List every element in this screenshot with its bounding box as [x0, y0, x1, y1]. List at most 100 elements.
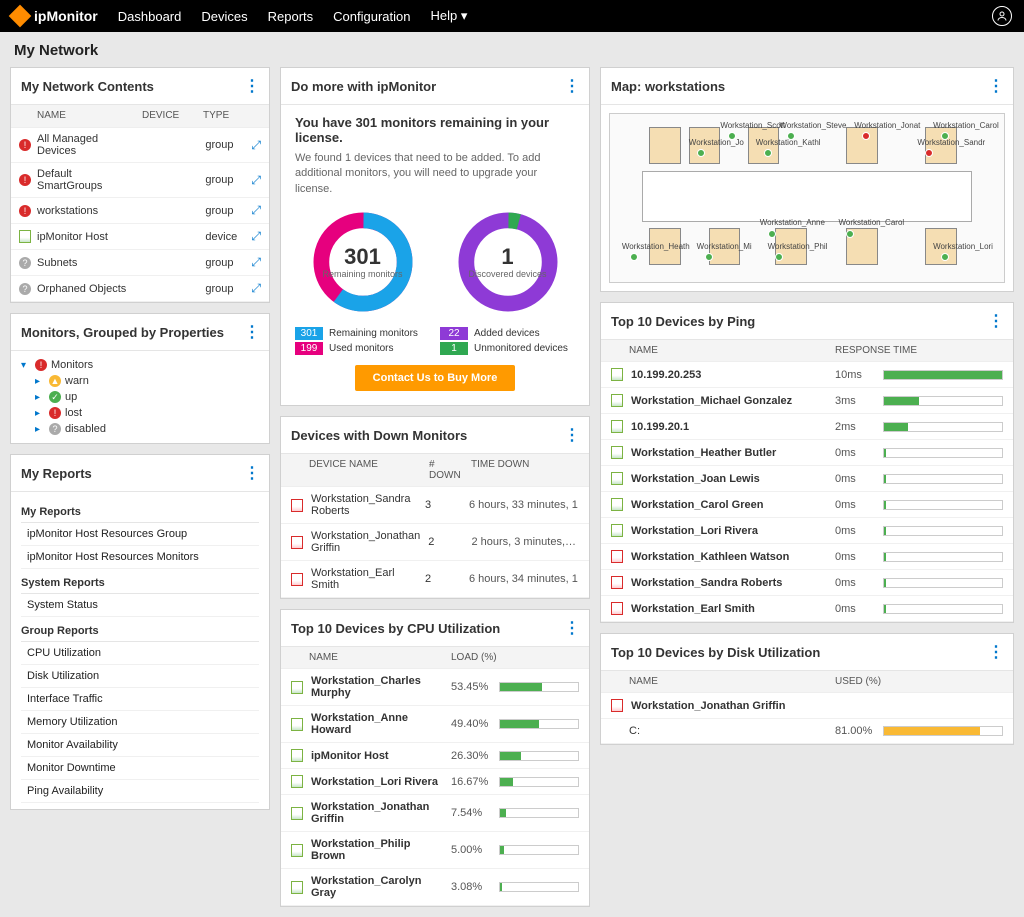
floor-plan-map[interactable]: Workstation_Scott Workstation_Steve Work… — [609, 113, 1005, 283]
brand[interactable]: ipMonitor — [12, 8, 98, 24]
card-my-reports: My Reports ⋮ My ReportsipMonitor Host Re… — [10, 454, 270, 810]
report-link[interactable]: Memory Utilization — [21, 711, 259, 734]
cpu-row[interactable]: Workstation_Charles Murphy 53.45% — [281, 669, 589, 706]
network-row[interactable]: ipMonitor Host device ⤢ — [11, 224, 269, 250]
ping-row[interactable]: Workstation_Earl Smith 0ms — [601, 596, 1013, 622]
nav-devices[interactable]: Devices — [201, 9, 247, 24]
ping-row[interactable]: Workstation_Joan Lewis 0ms — [601, 466, 1013, 492]
report-link[interactable]: Disk Utilization — [21, 665, 259, 688]
tree-node[interactable]: ▸ ? disabled — [35, 421, 259, 437]
report-link[interactable]: Ping Availability — [21, 780, 259, 803]
ping-row[interactable]: Workstation_Heather Butler 0ms — [601, 440, 1013, 466]
network-row[interactable]: ! workstations group ⤢ — [11, 198, 269, 224]
cpu-row[interactable]: Workstation_Carolyn Gray 3.08% — [281, 869, 589, 906]
device-icon — [291, 499, 303, 512]
ping-ms: 0ms — [835, 577, 875, 589]
cpu-row[interactable]: Workstation_Anne Howard 49.40% — [281, 706, 589, 743]
card-menu-icon[interactable]: ⋮ — [564, 425, 579, 445]
ping-ms: 3ms — [835, 395, 875, 407]
ping-row[interactable]: Workstation_Kathleen Watson 0ms — [601, 544, 1013, 570]
report-link[interactable]: Interface Traffic — [21, 688, 259, 711]
nav-reports[interactable]: Reports — [268, 9, 314, 24]
nav-dashboard[interactable]: Dashboard — [118, 9, 182, 24]
nav-help[interactable]: Help ▾ — [430, 8, 467, 24]
network-row[interactable]: ? Subnets group ⤢ — [11, 250, 269, 276]
network-row[interactable]: ! All Managed Devices group ⤢ — [11, 128, 269, 163]
down-device-row[interactable]: Workstation_Sandra Roberts 3 6 hours, 33… — [281, 487, 589, 524]
report-link[interactable]: ipMonitor Host Resources Monitors — [21, 546, 259, 569]
network-row[interactable]: ! Default SmartGroups group ⤢ — [11, 163, 269, 198]
caret-right-icon[interactable]: ▸ — [35, 376, 45, 387]
expand-icon[interactable]: ⤢ — [251, 173, 261, 188]
report-link[interactable]: ipMonitor Host Resources Group — [21, 523, 259, 546]
report-link[interactable]: Monitor Availability — [21, 734, 259, 757]
expand-icon[interactable]: ⤢ — [251, 229, 261, 244]
card-menu-icon[interactable]: ⋮ — [244, 322, 259, 342]
ping-ms: 0ms — [835, 499, 875, 511]
workstation-label: Workstation_Sandr — [917, 138, 985, 147]
ping-row[interactable]: Workstation_Lori Rivera 0ms — [601, 518, 1013, 544]
workstation-status-icon[interactable] — [764, 149, 772, 157]
ping-row[interactable]: 10.199.20.253 10ms — [601, 362, 1013, 388]
cpu-row[interactable]: Workstation_Jonathan Griffin 7.54% — [281, 795, 589, 832]
time-down: 6 hours, 34 minutes, 1 — [469, 573, 579, 585]
report-link[interactable]: CPU Utilization — [21, 642, 259, 665]
tree-root[interactable]: ▾ ! Monitors — [21, 357, 259, 373]
expand-icon[interactable]: ⤢ — [251, 203, 261, 218]
report-link[interactable]: Monitor Downtime — [21, 757, 259, 780]
disk-drive: C: — [629, 725, 827, 737]
caret-right-icon[interactable]: ▸ — [35, 392, 45, 403]
down-device-row[interactable]: Workstation_Earl Smith 2 6 hours, 34 min… — [281, 561, 589, 598]
ping-row[interactable]: 10.199.20.1 2ms — [601, 414, 1013, 440]
device-icon — [611, 394, 623, 407]
card-menu-icon[interactable]: ⋮ — [988, 76, 1003, 96]
card-menu-icon[interactable]: ⋮ — [564, 618, 579, 638]
card-menu-icon[interactable]: ⋮ — [244, 463, 259, 483]
top-nav: ipMonitor Dashboard Devices Reports Conf… — [0, 0, 1024, 32]
tree-node[interactable]: ▸ ! lost — [35, 405, 259, 421]
device-icon — [291, 749, 303, 762]
tree-node[interactable]: ▸ ▲ warn — [35, 373, 259, 389]
nav-configuration[interactable]: Configuration — [333, 9, 410, 24]
device-icon — [291, 881, 303, 894]
cpu-row[interactable]: Workstation_Philip Brown 5.00% — [281, 832, 589, 869]
expand-icon[interactable]: ⤢ — [251, 281, 261, 296]
disk-device-row[interactable]: Workstation_Jonathan Griffin — [601, 693, 1013, 719]
workstation-status-icon[interactable] — [630, 253, 638, 261]
card-menu-icon[interactable]: ⋮ — [988, 642, 1003, 662]
workstation-status-icon[interactable] — [768, 230, 776, 238]
ping-row[interactable]: Workstation_Carol Green 0ms — [601, 492, 1013, 518]
caret-down-icon[interactable]: ▾ — [21, 360, 31, 371]
device-icon — [291, 536, 303, 549]
card-menu-icon[interactable]: ⋮ — [988, 311, 1003, 331]
card-menu-icon[interactable]: ⋮ — [564, 76, 579, 96]
disk-drive-row[interactable]: C: 81.00% — [601, 719, 1013, 744]
ping-row[interactable]: Workstation_Michael Gonzalez 3ms — [601, 388, 1013, 414]
caret-right-icon[interactable]: ▸ — [35, 424, 45, 435]
workstation-status-icon[interactable] — [697, 149, 705, 157]
caret-right-icon[interactable]: ▸ — [35, 408, 45, 419]
down-device-row[interactable]: Workstation_Jonathan Griffin 2 2 hours, … — [281, 524, 589, 561]
workstation-status-icon[interactable] — [705, 253, 713, 261]
ping-row[interactable]: Workstation_Sandra Roberts 0ms — [601, 570, 1013, 596]
card-title: Top 10 Devices by Disk Utilization — [611, 645, 820, 660]
col-name: NAME — [37, 110, 136, 122]
expand-icon[interactable]: ⤢ — [251, 255, 261, 270]
network-row[interactable]: ? Orphaned Objects group ⤢ — [11, 276, 269, 302]
report-link[interactable]: System Status — [21, 594, 259, 617]
device-icon — [611, 602, 623, 615]
legend-item: 199 Used monitors — [295, 342, 430, 355]
cpu-row[interactable]: Workstation_Lori Rivera 16.67% — [281, 769, 589, 795]
contact-us-button[interactable]: Contact Us to Buy More — [355, 365, 516, 391]
card-menu-icon[interactable]: ⋮ — [244, 76, 259, 96]
card-title: Top 10 Devices by CPU Utilization — [291, 621, 500, 636]
legend-label: Added devices — [474, 328, 540, 339]
legend-item: 1 Unmonitored devices — [440, 342, 575, 355]
card-map: Map: workstations ⋮ Workstation_Scott Wo… — [600, 67, 1014, 292]
user-menu-icon[interactable] — [992, 6, 1012, 26]
tree-node[interactable]: ▸ ✓ up — [35, 389, 259, 405]
expand-icon[interactable]: ⤢ — [251, 138, 261, 153]
cpu-row[interactable]: ipMonitor Host 26.30% — [281, 743, 589, 769]
alert-icon: ! — [19, 205, 31, 217]
alert-icon: ! — [35, 359, 47, 371]
